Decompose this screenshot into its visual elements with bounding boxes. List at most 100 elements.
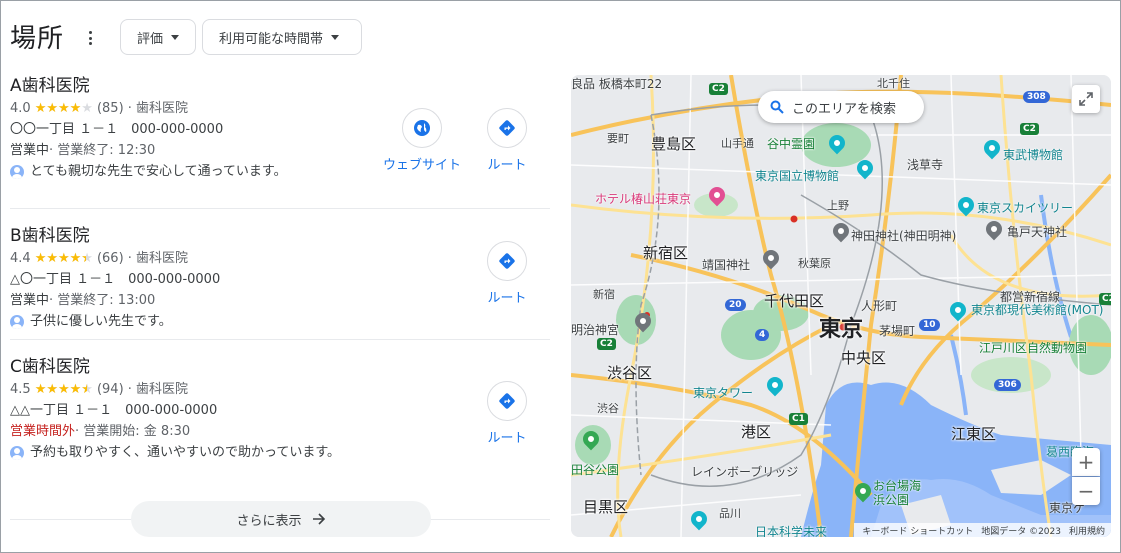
website-label: ウェブサイト	[383, 158, 462, 173]
address-phone: △〇一丁目 １－１ 000-000-0000	[10, 272, 221, 287]
map-label-edogawa: 江戸川区自然動物園	[979, 341, 1088, 355]
route-shield: 308	[1023, 91, 1050, 103]
user-avatar-icon	[10, 164, 24, 179]
map-label-miraikan: 日本科学未来	[755, 525, 828, 537]
map-label-yamanote: 山手通	[721, 137, 754, 150]
map-label-kayabacho: 茅場町	[879, 324, 916, 338]
map-label-chiyoda: 千代田区	[764, 292, 825, 310]
zoom-in-button[interactable]: +	[1072, 448, 1100, 476]
map-label-odaiba: お台場海浜公園	[873, 479, 922, 507]
directions-icon	[487, 241, 527, 281]
review-count: (94)	[96, 382, 124, 397]
category: · 歯科医院	[127, 251, 189, 266]
map-label-kokuritsu: 東京国立博物館	[755, 169, 840, 183]
route-shield: C2	[709, 83, 728, 95]
route-shield: 4	[755, 329, 770, 341]
star-rating-icon: ★★★★★★★★★★	[34, 382, 93, 397]
expand-map-button[interactable]	[1072, 85, 1100, 113]
route-label: ルート	[487, 431, 527, 446]
hours-filter-chip[interactable]: 利用可能な時間帯	[202, 19, 362, 55]
map-label-kanda: 神田神社(神田明神)	[851, 229, 957, 243]
map-label-chuo: 中央区	[841, 349, 887, 367]
address-phone: 〇〇一丁目 １－１ 000-000-0000	[10, 122, 224, 137]
map-label-setagaya: 田谷公園	[571, 463, 620, 477]
route-button[interactable]: ルート	[487, 108, 527, 173]
category: · 歯科医院	[127, 101, 189, 116]
listing-b[interactable]: B歯科医院 4.4 ★★★★★★★★★★ (66) · 歯科医院 △〇一丁目 １…	[10, 224, 550, 332]
map-label-shinjuku-station: 新宿	[593, 288, 615, 301]
minus-icon: −	[1077, 479, 1095, 503]
map-label-kitasenju: 北千住	[877, 77, 910, 90]
keyboard-shortcuts-link[interactable]: キーボード ショートカット	[862, 524, 973, 537]
page-title: 場所	[10, 24, 65, 54]
more-options-icon[interactable]	[83, 28, 97, 48]
route-shield: 10	[919, 319, 940, 331]
listing-c[interactable]: C歯科医院 4.5 ★★★★★ ★★★★★ (94) · 歯科医院 △△一丁目 １…	[10, 355, 550, 463]
category: · 歯科医院	[127, 382, 189, 397]
review-text: とても親切な先生で安心して通っています。	[30, 164, 287, 179]
hours-text: · 営業開始: 金 8:30	[75, 424, 191, 439]
globe-icon	[402, 108, 442, 148]
review-snippet: 子供に優しい先生です。	[10, 311, 550, 332]
map-label-hakubutsukan: 東武博物館	[1003, 148, 1064, 162]
hours-row: 営業時間外 · 営業開始: 金 8:30	[10, 421, 550, 442]
route-shield: C2	[1099, 293, 1111, 305]
rating-filter-chip[interactable]: 評価	[120, 19, 196, 55]
review-snippet: 予約も取りやすく、通いやすいので助かっています。	[10, 442, 550, 463]
listing-a[interactable]: A歯科医院 4.0 ★★★★★★★★★★ (85) · 歯科医院 〇〇一丁目 １…	[10, 74, 550, 182]
listing-name[interactable]: B歯科医院	[10, 224, 550, 248]
rating-row: 4.5 ★★★★★ ★★★★★ (94) · 歯科医院	[10, 379, 550, 400]
route-button[interactable]: ルート	[487, 381, 527, 446]
map-label-shibuya: 渋谷区	[607, 364, 653, 382]
rating-value: 4.5	[10, 382, 31, 397]
listing-name[interactable]: A歯科医院	[10, 74, 550, 98]
map-label-tower: 東京タワー	[693, 386, 754, 400]
map-label-shinjuku: 新宿区	[643, 244, 689, 262]
hours-text: · 営業終了: 12:30	[49, 143, 156, 158]
rating-value: 4.4	[10, 251, 31, 266]
review-text: 予約も取りやすく、通いやすいので助かっています。	[30, 445, 341, 460]
map-label-akihabara: 秋葉原	[798, 257, 831, 270]
arrow-right-icon	[312, 513, 325, 525]
map-label-asakusa: 浅草寺	[907, 158, 944, 172]
caret-down-icon	[171, 34, 180, 40]
show-more-button[interactable]: さらに表示	[131, 501, 431, 537]
search-this-area-label: このエリアを検索	[792, 101, 897, 117]
route-shield: C1	[789, 413, 808, 425]
user-avatar-icon	[10, 314, 24, 329]
route-shield: 20	[725, 299, 746, 311]
review-count: (85)	[96, 101, 124, 116]
terms-link[interactable]: 利用規約	[1069, 524, 1105, 537]
divider	[10, 339, 550, 340]
closed-status: 営業時間外	[10, 424, 76, 439]
listing-name[interactable]: C歯科医院	[10, 355, 550, 379]
map-label-shinagawa: 品川	[719, 507, 741, 520]
directions-icon	[487, 108, 527, 148]
map-label-rainbow: レインボーブリッジ	[691, 465, 799, 479]
map-label-mot: 東京都現代美術館(MOT)	[971, 303, 1104, 317]
map[interactable]: 良品 板橋本町22 北千住 豊島区 要町 山手通 新宿区 千代田区 東京 中央区…	[571, 75, 1111, 537]
map-label-yanaka: 谷中霊園	[767, 137, 816, 151]
map-label-toshima: 豊島区	[651, 135, 697, 153]
star-rating-icon: ★★★★★★★★★★	[34, 101, 93, 116]
hours-row: 営業中 · 営業終了: 12:30	[10, 140, 550, 161]
map-label-chinzanso: ホテル椿山荘東京	[595, 192, 692, 206]
hours-text: · 営業終了: 13:00	[49, 293, 156, 308]
route-button[interactable]: ルート	[487, 241, 527, 306]
route-label: ルート	[487, 158, 527, 173]
map-label-minato: 港区	[741, 423, 772, 441]
address-phone: △△一丁目 １－１ 000-000-0000	[10, 403, 218, 418]
rating-value: 4.0	[10, 101, 31, 116]
map-label-ueno: 上野	[827, 199, 849, 212]
rating-row: 4.0 ★★★★★★★★★★ (85) · 歯科医院	[10, 98, 550, 119]
review-snippet: とても親切な先生で安心して通っています。	[10, 161, 550, 182]
expand-icon	[1079, 92, 1093, 106]
rating-row: 4.4 ★★★★★★★★★★ (66) · 歯科医院	[10, 248, 550, 269]
map-label-ningyocho: 人形町	[861, 299, 898, 313]
search-this-area-button[interactable]: このエリアを検索	[758, 91, 924, 123]
map-label-tokyo: 東京	[819, 317, 864, 342]
review-count: (66)	[96, 251, 124, 266]
map-label-kameido: 亀戸天神社	[1007, 225, 1068, 239]
zoom-out-button[interactable]: −	[1072, 477, 1100, 505]
website-button[interactable]: ウェブサイト	[383, 108, 461, 173]
